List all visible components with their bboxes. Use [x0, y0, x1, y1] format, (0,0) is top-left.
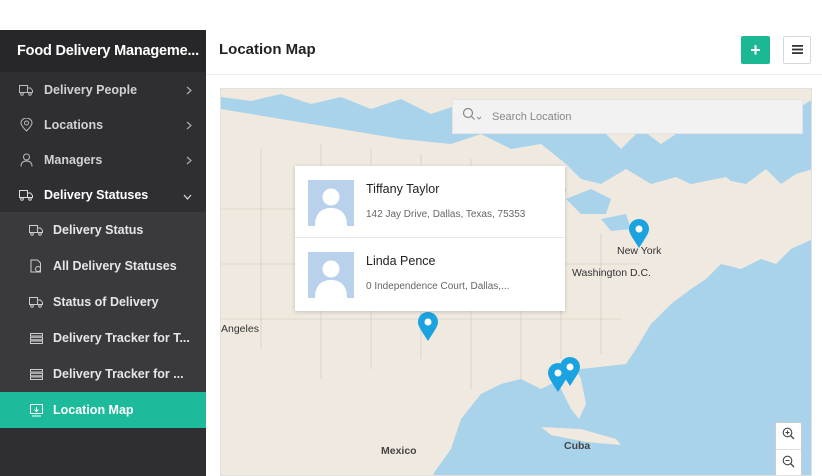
map-marker-icon	[28, 402, 44, 418]
sidebar-item-label: Locations	[44, 117, 104, 132]
search-bar	[452, 99, 803, 134]
sidebar: Food Delivery Manageme... Delivery Peopl…	[0, 30, 206, 476]
truck-icon	[28, 294, 44, 310]
chevron-down-icon	[183, 189, 192, 203]
page-header: Location Map +	[206, 30, 822, 75]
person-card[interactable]: Tiffany Taylor 142 Jay Drive, Dallas, Te…	[295, 166, 565, 238]
hamburger-icon	[791, 41, 803, 59]
map-label-cuba: Cuba	[564, 440, 591, 452]
chevron-right-icon	[186, 119, 192, 133]
truck-icon	[28, 222, 44, 238]
person-address: 0 Independence Court, Dallas,...	[366, 281, 510, 292]
person-address: 142 Jay Drive, Dallas, Texas, 75353	[366, 209, 526, 220]
menu-button[interactable]	[783, 36, 811, 64]
sidebar-item-label: Delivery People	[44, 82, 138, 97]
person-card[interactable]: Linda Pence 0 Independence Court, Dallas…	[295, 238, 565, 310]
sidebar-submenu: Delivery Status All Delivery Statuses St…	[0, 212, 206, 428]
sidebar-item-locations[interactable]: Locations	[0, 107, 206, 142]
zoom-out-icon	[782, 455, 795, 473]
chevron-right-icon	[186, 154, 192, 168]
person-name: Linda Pence	[366, 254, 436, 268]
people-popup: Tiffany Taylor 142 Jay Drive, Dallas, Te…	[295, 166, 565, 311]
sidebar-subitem-label: Delivery Tracker for ...	[53, 367, 184, 381]
search-input[interactable]	[492, 110, 792, 123]
chevron-right-icon	[186, 84, 192, 98]
location-pin-icon	[18, 117, 34, 133]
truck-icon	[18, 82, 34, 98]
zoom-controls	[775, 422, 802, 475]
sidebar-subitem-label: Location Map	[53, 403, 134, 417]
sidebar-subitem-label: Delivery Tracker for T...	[53, 331, 190, 345]
zoom-out-button[interactable]	[776, 450, 801, 475]
document-icon	[28, 258, 44, 274]
sidebar-subitem-delivery-tracker-2[interactable]: Delivery Tracker for ...	[0, 356, 206, 392]
sidebar-subitem-label: Status of Delivery	[53, 295, 159, 309]
sidebar-subitem-location-map[interactable]: Location Map	[0, 392, 206, 428]
map-pin[interactable]	[547, 363, 569, 393]
list-icon	[28, 330, 44, 346]
sidebar-item-managers[interactable]: Managers	[0, 142, 206, 177]
sidebar-subitem-label: All Delivery Statuses	[53, 259, 177, 273]
avatar	[308, 180, 354, 226]
sidebar-subitem-label: Delivery Status	[53, 223, 144, 237]
map-label-angeles: Angeles	[221, 323, 259, 335]
sidebar-item-label: Delivery Statuses	[44, 187, 149, 202]
search-icon	[462, 107, 484, 126]
sidebar-item-delivery-people[interactable]: Delivery People	[0, 72, 206, 107]
user-icon	[18, 152, 34, 168]
zoom-in-icon	[782, 427, 795, 445]
avatar	[308, 252, 354, 298]
location-map[interactable]: New York Washington D.C. Angeles Mexico …	[220, 88, 812, 476]
sidebar-subitem-status-of-delivery[interactable]: Status of Delivery	[0, 284, 206, 320]
truck-icon	[18, 187, 34, 203]
add-button[interactable]: +	[741, 36, 770, 64]
app-title: Food Delivery Manageme...	[0, 30, 206, 72]
map-label-washington: Washington D.C.	[572, 267, 651, 279]
sidebar-item-label: Managers	[44, 152, 103, 167]
sidebar-subitem-delivery-status[interactable]: Delivery Status	[0, 212, 206, 248]
map-label-mexico: Mexico	[381, 445, 417, 457]
sidebar-item-delivery-statuses[interactable]: Delivery Statuses	[0, 177, 206, 212]
map-pin[interactable]	[628, 219, 650, 249]
list-icon	[28, 366, 44, 382]
person-name: Tiffany Taylor	[366, 182, 440, 196]
sidebar-subitem-all-delivery-statuses[interactable]: All Delivery Statuses	[0, 248, 206, 284]
page-title: Location Map	[219, 41, 316, 58]
top-strip	[0, 0, 822, 30]
map-pin[interactable]	[417, 312, 439, 342]
sidebar-subitem-delivery-tracker-1[interactable]: Delivery Tracker for T...	[0, 320, 206, 356]
zoom-in-button[interactable]	[776, 423, 801, 450]
